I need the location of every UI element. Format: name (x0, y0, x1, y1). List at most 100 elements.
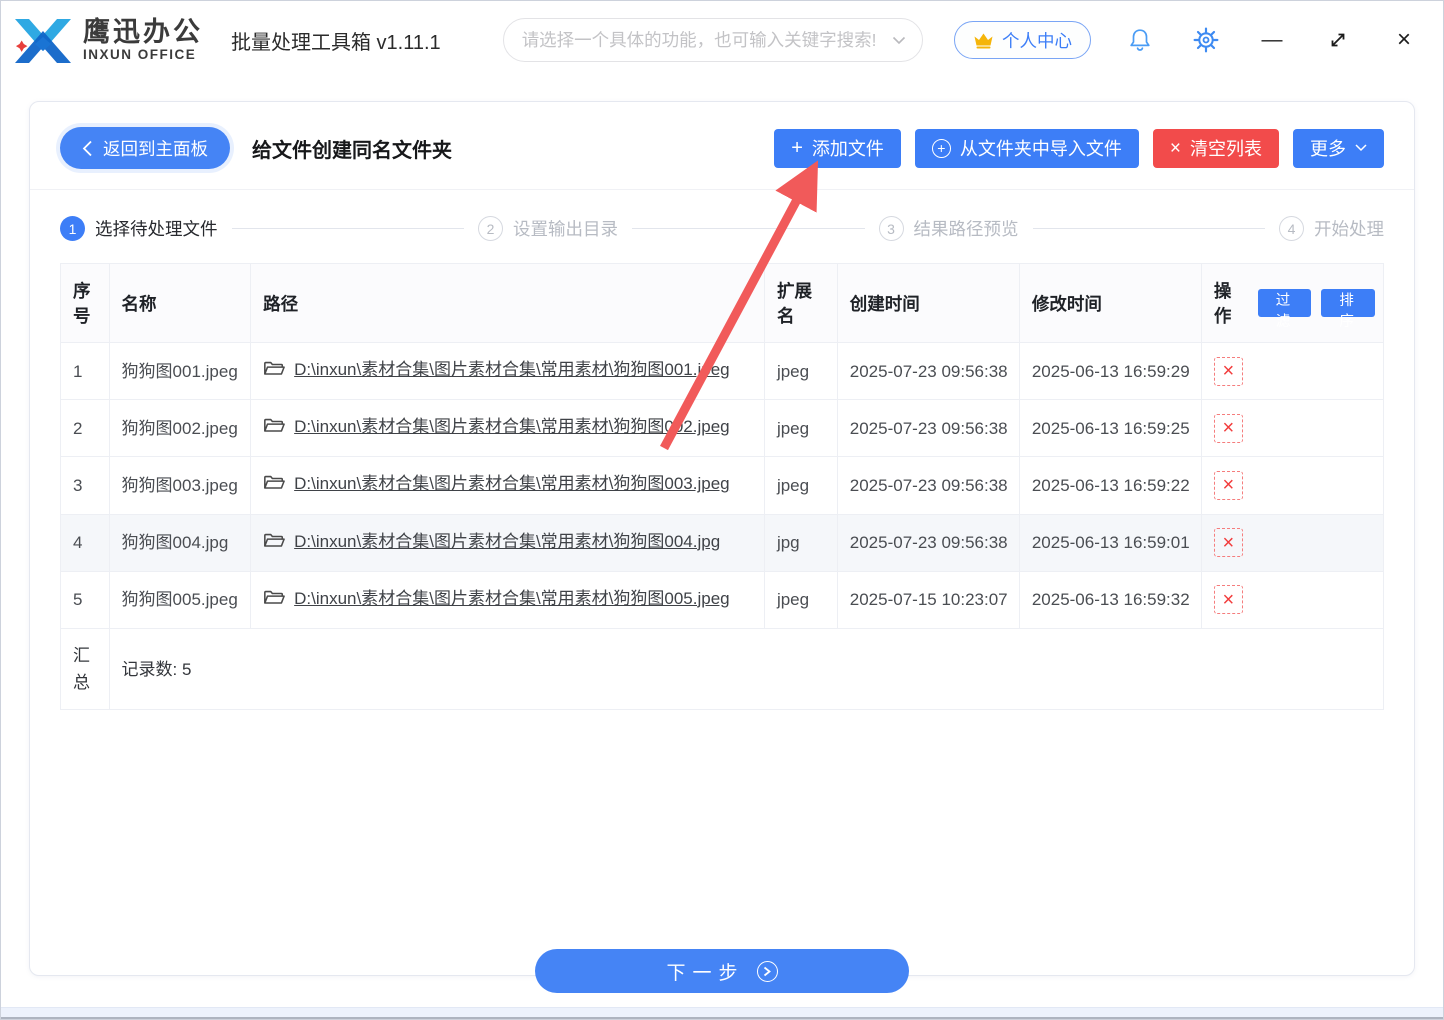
main-panel: 返回到主面板 给文件创建同名文件夹 + 添加文件 + 从文件夹中导入文件 × 清… (29, 101, 1415, 976)
user-center-button[interactable]: 个人中心 (954, 21, 1091, 59)
minimize-icon: — (1261, 28, 1283, 51)
table-row: 3 狗狗图003.jpeg D:\inxun\素材合集\图片素材合集\常用素材\… (60, 456, 1385, 515)
cell-ext: jpeg (763, 341, 838, 401)
cell-index: 3 (60, 456, 110, 515)
step-connector (1032, 228, 1265, 229)
close-icon: × (1396, 26, 1411, 53)
sort-button[interactable]: 排序 (1321, 289, 1375, 330)
summary-value: 记录数: 5 (108, 627, 1385, 711)
delete-row-button[interactable]: × (1213, 413, 1243, 443)
page-title: 给文件创建同名文件夹 (252, 139, 452, 162)
step-number: 3 (878, 216, 904, 241)
bell-icon (1130, 29, 1150, 51)
add-files-label: 添加文件 (811, 139, 884, 159)
step-label: 选择待处理文件 (95, 219, 218, 239)
search-input[interactable] (521, 29, 892, 51)
delete-icon: × (1222, 531, 1235, 554)
summary-label: 汇总 (60, 627, 110, 711)
settings-button[interactable] (1189, 23, 1223, 57)
top-bar: 鹰迅办公 INXUN OFFICE 批量处理工具箱 v1.11.1 个人中心 (1, 1, 1443, 79)
x-logo-icon (15, 19, 71, 63)
cell-modified: 2025-06-13 16:59:22 (1018, 456, 1202, 515)
chevron-down-icon (1355, 144, 1367, 152)
app-window: 鹰迅办公 INXUN OFFICE 批量处理工具箱 v1.11.1 个人中心 (0, 0, 1444, 1020)
delete-icon: × (1222, 474, 1235, 497)
cell-index: 2 (60, 399, 110, 458)
crown-icon (974, 33, 993, 48)
file-path-link[interactable]: D:\inxun\素材合集\图片素材合集\常用素材\狗狗图003.jpeg (294, 474, 729, 493)
cell-path: D:\inxun\素材合集\图片素材合集\常用素材\狗狗图004.jpg (250, 513, 765, 572)
file-path-link[interactable]: D:\inxun\素材合集\图片素材合集\常用素材\狗狗图005.jpeg (294, 589, 729, 608)
cell-name: 狗狗图003.jpeg (108, 456, 252, 515)
app-title: 批量处理工具箱 v1.11.1 (231, 31, 441, 54)
step-3-preview-paths: 3 结果路径预览 (878, 216, 1019, 241)
gear-icon (1193, 27, 1219, 53)
col-header-actions: 操作 过滤 排序 (1200, 263, 1385, 343)
user-center-label: 个人中心 (1002, 30, 1072, 51)
delete-row-button[interactable]: × (1213, 585, 1243, 615)
more-label: 更多 (1310, 139, 1346, 159)
cell-name: 狗狗图005.jpeg (108, 570, 252, 629)
x-icon: × (1169, 137, 1181, 159)
delete-row-button[interactable]: × (1213, 356, 1243, 386)
col-header-path: 路径 (250, 263, 765, 343)
step-connector (632, 228, 865, 229)
step-number: 1 (60, 216, 85, 241)
actions-label: 操作 (1213, 281, 1232, 326)
clear-list-button[interactable]: × 清空列表 (1152, 128, 1279, 168)
back-to-dashboard-button[interactable]: 返回到主面板 (60, 127, 230, 169)
next-step-button[interactable]: 下一步 (535, 949, 909, 993)
chevron-down-icon[interactable] (892, 36, 906, 45)
file-path-link[interactable]: D:\inxun\素材合集\图片素材合集\常用素材\狗狗图002.jpeg (294, 417, 729, 436)
maximize-button[interactable] (1321, 23, 1355, 57)
file-path-link[interactable]: D:\inxun\素材合集\图片素材合集\常用素材\狗狗图001.jpeg (294, 360, 729, 379)
col-header-index: 序号 (60, 263, 110, 343)
window-bottom-edge (1, 1007, 1443, 1019)
cell-index: 5 (60, 570, 110, 629)
step-label: 开始处理 (1314, 219, 1384, 239)
cell-ext: jpeg (763, 456, 838, 515)
cell-created: 2025-07-23 09:56:38 (836, 399, 1020, 458)
minimize-button[interactable]: — (1255, 23, 1289, 57)
plus-icon: + (791, 137, 803, 159)
cell-modified: 2025-06-13 16:59:01 (1018, 513, 1202, 572)
notifications-button[interactable] (1123, 23, 1157, 57)
col-header-modified: 修改时间 (1018, 263, 1202, 343)
cell-index: 4 (60, 513, 110, 572)
brand-name-en: INXUN OFFICE (83, 46, 197, 62)
resize-icon (1331, 33, 1345, 47)
cell-created: 2025-07-23 09:56:38 (836, 341, 1020, 401)
import-folder-label: 从文件夹中导入文件 (959, 139, 1122, 159)
col-header-ext: 扩展名 (763, 263, 838, 343)
add-files-button[interactable]: + 添加文件 (774, 128, 901, 168)
file-path-link[interactable]: D:\inxun\素材合集\图片素材合集\常用素材\狗狗图004.jpg (294, 532, 720, 551)
cell-ext: jpg (763, 513, 838, 572)
import-from-folder-button[interactable]: + 从文件夹中导入文件 (914, 128, 1139, 168)
folder-icon (263, 359, 286, 386)
table-header-row: 序号 名称 路径 扩展名 创建时间 修改时间 操作 过滤 排序 (60, 263, 1385, 343)
app-logo: 鹰迅办公 INXUN OFFICE (11, 13, 203, 67)
folder-icon (263, 531, 286, 558)
cell-index: 1 (60, 341, 110, 401)
step-2-output-dir: 2 设置输出目录 (478, 216, 618, 241)
function-search[interactable] (502, 18, 923, 62)
cell-name: 狗狗图004.jpg (108, 513, 252, 572)
delete-row-button[interactable]: × (1213, 470, 1243, 500)
cell-path: D:\inxun\素材合集\图片素材合集\常用素材\狗狗图003.jpeg (250, 456, 765, 515)
cell-created: 2025-07-23 09:56:38 (836, 456, 1020, 515)
cell-ext: jpeg (763, 570, 838, 629)
step-indicator: 1 选择待处理文件 2 设置输出目录 3 结果路径预览 4 开始处理 (30, 190, 1414, 263)
delete-icon: × (1222, 360, 1235, 383)
more-button[interactable]: 更多 (1293, 128, 1384, 168)
col-header-created: 创建时间 (836, 263, 1020, 343)
delete-row-button[interactable]: × (1213, 528, 1243, 558)
delete-icon: × (1222, 588, 1235, 611)
cell-created: 2025-07-23 09:56:38 (836, 513, 1020, 572)
cell-path: D:\inxun\素材合集\图片素材合集\常用素材\狗狗图005.jpeg (250, 570, 765, 629)
cell-modified: 2025-06-13 16:59:25 (1018, 399, 1202, 458)
filter-button[interactable]: 过滤 (1257, 289, 1312, 330)
brand-name-cn: 鹰迅办公 (83, 17, 203, 48)
close-button[interactable]: × (1387, 23, 1421, 57)
col-header-name: 名称 (108, 263, 252, 343)
table-row: 1 狗狗图001.jpeg D:\inxun\素材合集\图片素材合集\常用素材\… (60, 341, 1385, 401)
